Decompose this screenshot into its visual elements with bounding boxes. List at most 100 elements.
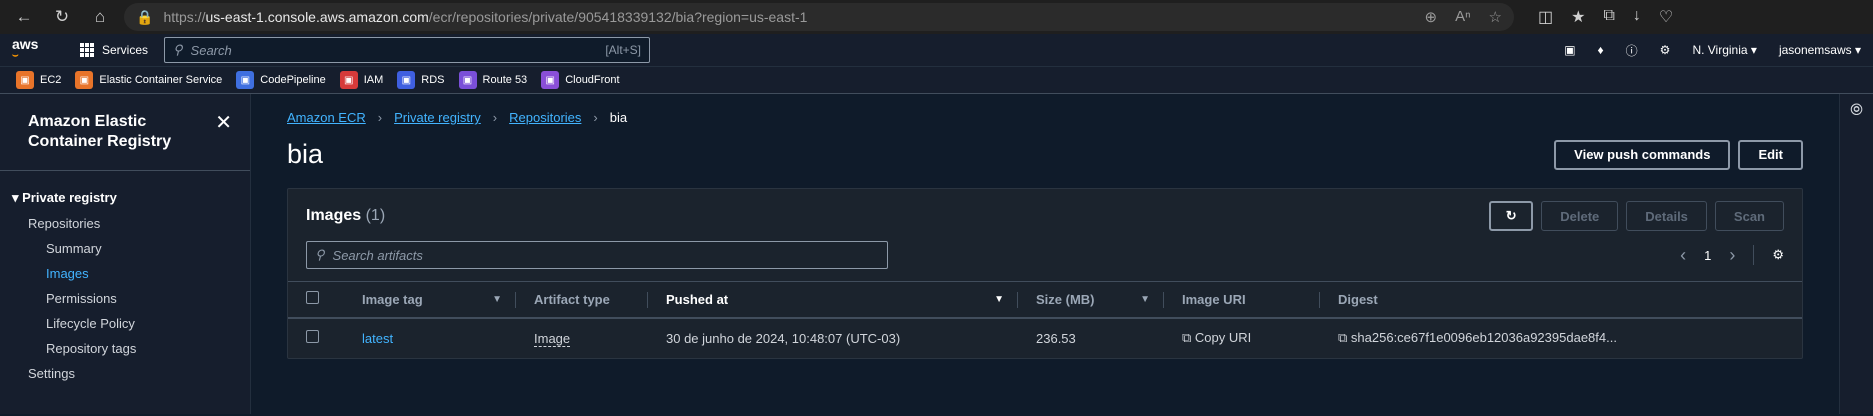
favorites-icon[interactable]: ★ [1571, 7, 1585, 27]
search-artifacts-input[interactable]: ⚲ Search artifacts [306, 241, 888, 269]
rds-service-icon: ▣ [397, 71, 416, 89]
column-digest: Digest [1320, 281, 1802, 319]
ecs-service-icon: ▣ [75, 71, 94, 89]
main-content: Amazon ECR › Private registry › Reposito… [251, 94, 1839, 414]
iam-service-icon: ▣ [339, 71, 358, 89]
favorite-codepipeline[interactable]: ▣ CodePipeline [236, 71, 326, 89]
favorite-route53[interactable]: ▣ Route 53 [458, 71, 527, 89]
copy-digest-button[interactable]: ⧉ sha256:ce67f1e0096eb12036a92395dae8f4.… [1338, 330, 1617, 345]
page-number[interactable]: 1 [1704, 248, 1711, 263]
chevron-right-icon: › [593, 110, 598, 125]
column-artifact-type: Artifact type [516, 281, 648, 319]
close-icon[interactable]: ✕ [215, 110, 232, 135]
notifications-icon[interactable]: ♦ [1598, 43, 1604, 57]
favorite-iam[interactable]: ▣ IAM [339, 71, 383, 89]
help-icon[interactable]: ⓘ [1626, 42, 1638, 59]
images-panel: Images (1) ↻ Delete Details Scan ⚲ Searc… [287, 188, 1803, 359]
collections-icon[interactable]: ⧉ [1603, 7, 1614, 27]
table-row: latest Image 30 de junho de 2024, 10:48:… [288, 318, 1802, 358]
cloudfront-service-icon: ▣ [541, 71, 560, 89]
chevron-right-icon[interactable]: › [1729, 245, 1735, 266]
scan-button[interactable]: Scan [1714, 201, 1784, 231]
sidebar-item-permissions[interactable]: Permissions [0, 286, 250, 311]
breadcrumb-amazon-ecr[interactable]: Amazon ECR [287, 110, 366, 125]
column-pushed-at[interactable]: Pushed at ▼ [648, 281, 1018, 319]
copy-uri-button[interactable]: ⧉ Copy URI [1182, 330, 1251, 345]
route53-service-icon: ▣ [458, 71, 477, 89]
settings-gear-icon[interactable]: ⚙ [1660, 43, 1671, 57]
sidebar-item-summary[interactable]: Summary [0, 236, 250, 261]
column-image-tag[interactable]: Image tag ▼ [344, 281, 516, 319]
digest-cell: ⧉ sha256:ce67f1e0096eb12036a92395dae8f4.… [1320, 318, 1802, 358]
images-table: Image tag ▼ Artifact type Pushed at ▼ Size… [288, 281, 1802, 358]
favorite-ec2[interactable]: ▣ EC2 [16, 71, 61, 89]
sidebar-item-lifecycle-policy[interactable]: Lifecycle Policy [0, 311, 250, 336]
home-icon[interactable]: ⌂ [86, 3, 114, 31]
chevron-left-icon[interactable]: ‹ [1680, 245, 1686, 266]
refresh-button[interactable]: ↻ [1489, 201, 1534, 231]
read-aloud-icon[interactable]: Aⁿ [1455, 8, 1470, 26]
breadcrumb-current: bia [609, 110, 628, 125]
preferences-gear-icon[interactable]: ⚙ [1772, 247, 1784, 263]
favorite-cloudfront[interactable]: ▣ CloudFront [541, 71, 620, 89]
codepipeline-service-icon: ▣ [236, 71, 255, 89]
account-menu[interactable]: jasonemsaws ▾ [1779, 43, 1861, 57]
pagination: ‹ 1 › ⚙ [1680, 245, 1784, 266]
favorites-bar: ▣ EC2 ▣ Elastic Container Service ▣ CodePip… [0, 66, 1873, 94]
grid-icon [80, 43, 94, 57]
image-tag-cell: latest [344, 318, 516, 358]
url-text: https://us-east-1.console.aws.amazon.com… [163, 9, 808, 25]
size-cell: 236.53 [1036, 330, 1076, 346]
row-select-cell [288, 318, 344, 358]
ec2-service-icon: ▣ [16, 71, 34, 89]
favorite-ecs[interactable]: ▣ Elastic Container Service [75, 71, 222, 89]
extensions-icon[interactable]: ♡ [1659, 7, 1673, 27]
delete-button[interactable]: Delete [1541, 201, 1619, 231]
zoom-icon[interactable]: ⊕ [1424, 8, 1437, 26]
aws-top-nav: aws ⌣ Services ⚲ Search [Alt+S] ▣ ♦ ⓘ ⚙ N… [0, 34, 1873, 66]
pushed-at-cell: 30 de junho de 2024, 10:48:07 (UTC-03) [666, 330, 901, 346]
search-icon: ⚲ [315, 247, 325, 262]
row-checkbox[interactable] [306, 330, 319, 343]
sidebar-title: Amazon Elastic Container Registry [28, 113, 172, 150]
right-rail: ⦾ [1839, 94, 1873, 414]
info-panel-icon[interactable]: ⦾ [1850, 102, 1863, 414]
copy-icon: ⧉ [1338, 330, 1348, 345]
view-push-commands-button[interactable]: View push commands [1554, 139, 1731, 170]
select-all-checkbox[interactable] [306, 291, 319, 305]
cloudshell-icon[interactable]: ▣ [1564, 43, 1575, 57]
back-icon[interactable]: ← [10, 3, 38, 31]
breadcrumb-private-registry[interactable]: Private registry [394, 110, 481, 125]
sidebar-group-private-registry[interactable]: ▾ Private registry [0, 185, 250, 211]
column-image-uri: Image URI [1164, 281, 1320, 319]
refresh-icon: ↻ [1505, 208, 1517, 223]
region-selector[interactable]: N. Virginia ▾ [1692, 43, 1757, 57]
details-button[interactable]: Details [1626, 201, 1707, 231]
image-tag-link[interactable]: latest [362, 331, 393, 346]
column-size[interactable]: Size (MB) ▼ [1018, 281, 1164, 319]
browser-toolbar: ← ↻ ⌂ 🔒 https://us-east-1.console.aws.am… [0, 0, 1873, 34]
favorite-rds[interactable]: ▣ RDS [397, 71, 445, 89]
downloads-icon[interactable]: ↓ [1633, 7, 1641, 27]
aws-logo[interactable]: aws ⌣ [12, 37, 52, 62]
artifact-type-cell: Image [534, 330, 571, 347]
breadcrumb-repositories[interactable]: Repositories [509, 110, 581, 125]
reload-icon[interactable]: ↻ [48, 3, 76, 31]
services-menu[interactable]: Services [80, 43, 148, 57]
page-title: bia [287, 139, 324, 169]
copy-icon: ⧉ [1182, 330, 1192, 345]
split-screen-icon[interactable]: ◫ [1538, 7, 1553, 27]
edit-button[interactable]: Edit [1738, 139, 1803, 170]
search-icon: ⚲ [173, 42, 183, 57]
sidebar-item-images[interactable]: Images [0, 261, 250, 286]
image-uri-cell: ⧉ Copy URI [1164, 318, 1320, 358]
console-search-input[interactable]: ⚲ Search [Alt+S] [164, 37, 651, 63]
images-heading: Images (1) [306, 207, 386, 224]
sidebar-item-settings[interactable]: Settings [0, 361, 250, 386]
sidebar-item-repositories[interactable]: Repositories [0, 211, 250, 236]
sidebar-item-repository-tags[interactable]: Repository tags [0, 336, 250, 361]
address-bar[interactable]: 🔒 https://us-east-1.console.aws.amazon.c… [124, 3, 1514, 31]
favorite-star-icon[interactable]: ☆ [1489, 8, 1502, 26]
chevron-right-icon: › [492, 110, 498, 125]
sidebar: Amazon Elastic Container Registry ✕ ▾ Pr… [0, 94, 251, 414]
